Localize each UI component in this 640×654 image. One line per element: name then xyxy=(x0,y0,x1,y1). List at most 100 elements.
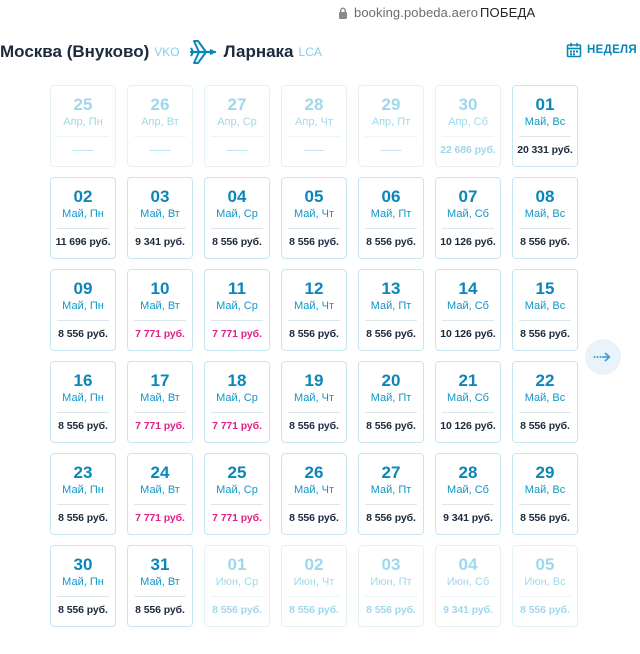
fare-price: 8 556 руб. xyxy=(58,420,108,432)
calendar-icon xyxy=(566,43,582,58)
calendar-day-cell[interactable]: 27 Май, Пт 8 556 руб. xyxy=(358,453,424,535)
calendar-day-cell[interactable]: 22 Май, Вс 8 556 руб. xyxy=(512,361,578,443)
cell-divider xyxy=(288,596,340,597)
day-number: 27 xyxy=(227,95,247,114)
day-number: 11 xyxy=(228,279,246,298)
browser-address-bar[interactable]: booking.pobeda.aero ПОБЕДА xyxy=(0,0,640,26)
calendar-day-cell[interactable]: 14 Май, Сб 10 126 руб. xyxy=(435,269,501,351)
fare-price: 7 771 руб. xyxy=(135,420,185,432)
month-weekday: Май, Сб xyxy=(447,208,489,220)
fare-price: 9 341 руб. xyxy=(135,236,185,248)
arrow-right-icon xyxy=(593,352,611,362)
calendar-day-cell[interactable]: 31 Май, Вт 8 556 руб. xyxy=(127,545,193,627)
calendar-day-cell[interactable]: 01 Май, Вс 20 331 руб. xyxy=(512,85,578,167)
day-number: 17 xyxy=(150,371,170,390)
calendar-day-cell[interactable]: 18 Май, Ср 7 771 руб. xyxy=(204,361,270,443)
fare-price: 8 556 руб. xyxy=(520,604,570,616)
calendar-day-cell[interactable]: 29 Май, Вс 8 556 руб. xyxy=(512,453,578,535)
calendar-day-cell[interactable]: 12 Май, Чт 8 556 руб. xyxy=(281,269,347,351)
cell-divider xyxy=(365,228,417,229)
month-weekday: Июн, Чт xyxy=(293,576,335,588)
calendar-day-cell[interactable]: 23 Май, Пн 8 556 руб. xyxy=(50,453,116,535)
calendar-day-cell[interactable]: 13 Май, Пт 8 556 руб. xyxy=(358,269,424,351)
calendar-day-cell[interactable]: 26 Апр, Вт —— xyxy=(127,85,193,167)
fare-price: 22 686 руб. xyxy=(440,144,496,156)
month-weekday: Май, Пн xyxy=(62,208,104,220)
cell-divider xyxy=(134,596,186,597)
month-weekday: Май, Вс xyxy=(524,116,566,128)
day-number: 22 xyxy=(535,371,555,390)
calendar-day-cell[interactable]: 16 Май, Пн 8 556 руб. xyxy=(50,361,116,443)
cell-divider xyxy=(211,228,263,229)
calendar-day-cell[interactable]: 26 Май, Чт 8 556 руб. xyxy=(281,453,347,535)
month-weekday: Май, Вс xyxy=(524,392,566,404)
calendar-day-cell[interactable]: 29 Апр, Пт —— xyxy=(358,85,424,167)
day-number: 18 xyxy=(227,371,247,390)
calendar-day-cell[interactable]: 19 Май, Чт 8 556 руб. xyxy=(281,361,347,443)
cell-divider xyxy=(57,228,109,229)
calendar-day-cell[interactable]: 03 Июн, Пт 8 556 руб. xyxy=(358,545,424,627)
calendar-day-cell[interactable]: 25 Май, Ср 7 771 руб. xyxy=(204,453,270,535)
calendar-day-cell[interactable]: 30 Апр, Сб 22 686 руб. xyxy=(435,85,501,167)
cell-divider xyxy=(519,504,571,505)
calendar-day-cell[interactable]: 24 Май, Вт 7 771 руб. xyxy=(127,453,193,535)
calendar-day-cell[interactable]: 09 Май, Пн 8 556 руб. xyxy=(50,269,116,351)
month-weekday: Май, Пн xyxy=(62,484,104,496)
calendar-day-cell[interactable]: 27 Апр, Ср —— xyxy=(204,85,270,167)
month-weekday: Май, Сб xyxy=(447,392,489,404)
cell-divider xyxy=(442,504,494,505)
day-number: 30 xyxy=(73,555,93,574)
cell-divider xyxy=(442,320,494,321)
calendar-day-cell[interactable]: 04 Май, Ср 8 556 руб. xyxy=(204,177,270,259)
calendar-day-cell[interactable]: 11 Май, Ср 7 771 руб. xyxy=(204,269,270,351)
calendar-day-cell[interactable]: 15 Май, Вс 8 556 руб. xyxy=(512,269,578,351)
calendar-day-cell[interactable]: 30 Май, Пн 8 556 руб. xyxy=(50,545,116,627)
month-weekday: Май, Чт xyxy=(293,300,335,312)
cell-divider xyxy=(211,136,263,137)
calendar-day-cell[interactable]: 05 Май, Чт 8 556 руб. xyxy=(281,177,347,259)
day-number: 13 xyxy=(381,279,401,298)
calendar-day-cell[interactable]: 17 Май, Вт 7 771 руб. xyxy=(127,361,193,443)
calendar-day-cell[interactable]: 06 Май, Пт 8 556 руб. xyxy=(358,177,424,259)
month-weekday: Май, Вт xyxy=(140,484,180,496)
address-url[interactable]: booking.pobeda.aero xyxy=(354,5,478,20)
calendar-day-cell[interactable]: 28 Апр, Чт —— xyxy=(281,85,347,167)
calendar-day-cell[interactable]: 02 Июн, Чт 8 556 руб. xyxy=(281,545,347,627)
day-number: 01 xyxy=(227,555,247,574)
calendar-day-cell[interactable]: 04 Июн, Сб 9 341 руб. xyxy=(435,545,501,627)
day-number: 19 xyxy=(304,371,324,390)
day-number: 26 xyxy=(304,463,324,482)
calendar-day-cell[interactable]: 08 Май, Вс 8 556 руб. xyxy=(512,177,578,259)
next-week-button[interactable] xyxy=(585,339,621,375)
calendar-day-cell[interactable]: 01 Июн, Ср 8 556 руб. xyxy=(204,545,270,627)
cell-divider xyxy=(288,504,340,505)
calendar-day-cell[interactable]: 25 Апр, Пн —— xyxy=(50,85,116,167)
fare-price: 8 556 руб. xyxy=(289,512,339,524)
day-number: 30 xyxy=(458,95,478,114)
day-number: 03 xyxy=(150,187,170,206)
calendar-day-cell[interactable]: 28 Май, Сб 9 341 руб. xyxy=(435,453,501,535)
calendar-day-cell[interactable]: 03 Май, Вт 9 341 руб. xyxy=(127,177,193,259)
calendar-day-cell[interactable]: 20 Май, Пт 8 556 руб. xyxy=(358,361,424,443)
month-weekday: Май, Ср xyxy=(216,392,258,404)
calendar-day-cell[interactable]: 07 Май, Сб 10 126 руб. xyxy=(435,177,501,259)
fare-price: 7 771 руб. xyxy=(135,512,185,524)
calendar-day-cell[interactable]: 10 Май, Вт 7 771 руб. xyxy=(127,269,193,351)
calendar-day-cell[interactable]: 05 Июн, Вс 8 556 руб. xyxy=(512,545,578,627)
calendar-day-cell[interactable]: 21 Май, Сб 10 126 руб. xyxy=(435,361,501,443)
day-number: 31 xyxy=(150,555,170,574)
day-number: 16 xyxy=(73,371,93,390)
calendar-day-cell[interactable]: 02 Май, Пн 11 696 руб. xyxy=(50,177,116,259)
month-weekday: Май, Пт xyxy=(370,484,412,496)
fare-price: 11 696 руб. xyxy=(55,236,111,248)
fare-price: 9 341 руб. xyxy=(443,604,493,616)
day-number: 08 xyxy=(535,187,555,206)
fare-price: —— xyxy=(303,144,325,156)
day-number: 09 xyxy=(73,279,93,298)
day-number: 29 xyxy=(381,95,401,114)
lock-icon xyxy=(339,7,347,19)
month-weekday: Май, Пт xyxy=(370,208,412,220)
month-weekday: Июн, Сб xyxy=(446,576,490,588)
week-view-button[interactable]: НЕДЕЛЯ xyxy=(566,42,637,58)
month-weekday: Май, Пн xyxy=(62,300,104,312)
